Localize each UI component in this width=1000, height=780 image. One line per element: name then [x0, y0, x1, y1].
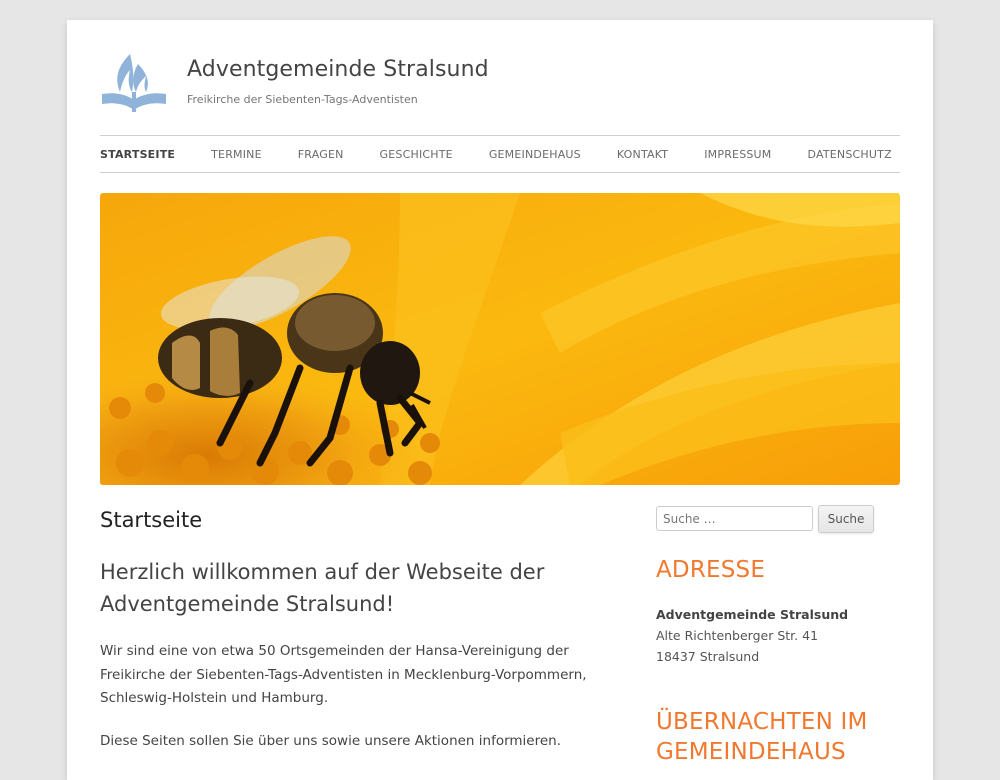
search-button[interactable]: Suche	[818, 505, 874, 533]
address-widget-title: ADRESSE	[656, 557, 766, 583]
nav-item-impressum[interactable]: IMPRESSUM	[704, 148, 771, 161]
nav-item-termine[interactable]: TERMINE	[211, 148, 262, 161]
main-navigation: STARTSEITE TERMINE FRAGEN GESCHICHTE GEM…	[100, 135, 900, 173]
address-city: 18437 Stralsund	[656, 649, 760, 664]
nav-item-geschichte[interactable]: GESCHICHTE	[380, 148, 453, 161]
bee-on-sunflower-icon	[100, 193, 900, 485]
nav-item-kontakt[interactable]: KONTAKT	[617, 148, 668, 161]
nav-item-gemeindehaus[interactable]: GEMEINDEHAUS	[489, 148, 581, 161]
welcome-heading: Herzlich willkommen auf der Webseite der…	[100, 560, 545, 616]
page-title: Startseite	[100, 508, 203, 532]
address-street: Alte Richtenberger Str. 41	[656, 628, 819, 643]
address-name: Adventgemeinde Stralsund	[656, 607, 849, 622]
nav-item-startseite[interactable]: STARTSEITE	[100, 148, 175, 161]
church-logo[interactable]	[100, 52, 168, 114]
address-block: Adventgemeinde Stralsund Alte Richtenber…	[656, 604, 848, 667]
nav-item-datenschutz[interactable]: DATENSCHUTZ	[808, 148, 892, 161]
search-input[interactable]	[656, 506, 813, 531]
site-title[interactable]: Adventgemeinde Stralsund	[187, 57, 489, 82]
nav-item-fragen[interactable]: FRAGEN	[298, 148, 344, 161]
header-banner-image	[100, 193, 900, 485]
site-description: Freikirche der Siebenten-Tags-Adventiste…	[187, 93, 418, 106]
overnight-widget-title: ÜBERNACHTEN IM GEMEINDEHAUS	[656, 709, 868, 765]
intro-paragraph: Wir sind eine von etwa 50 Ortsgemeinden …	[100, 643, 587, 706]
